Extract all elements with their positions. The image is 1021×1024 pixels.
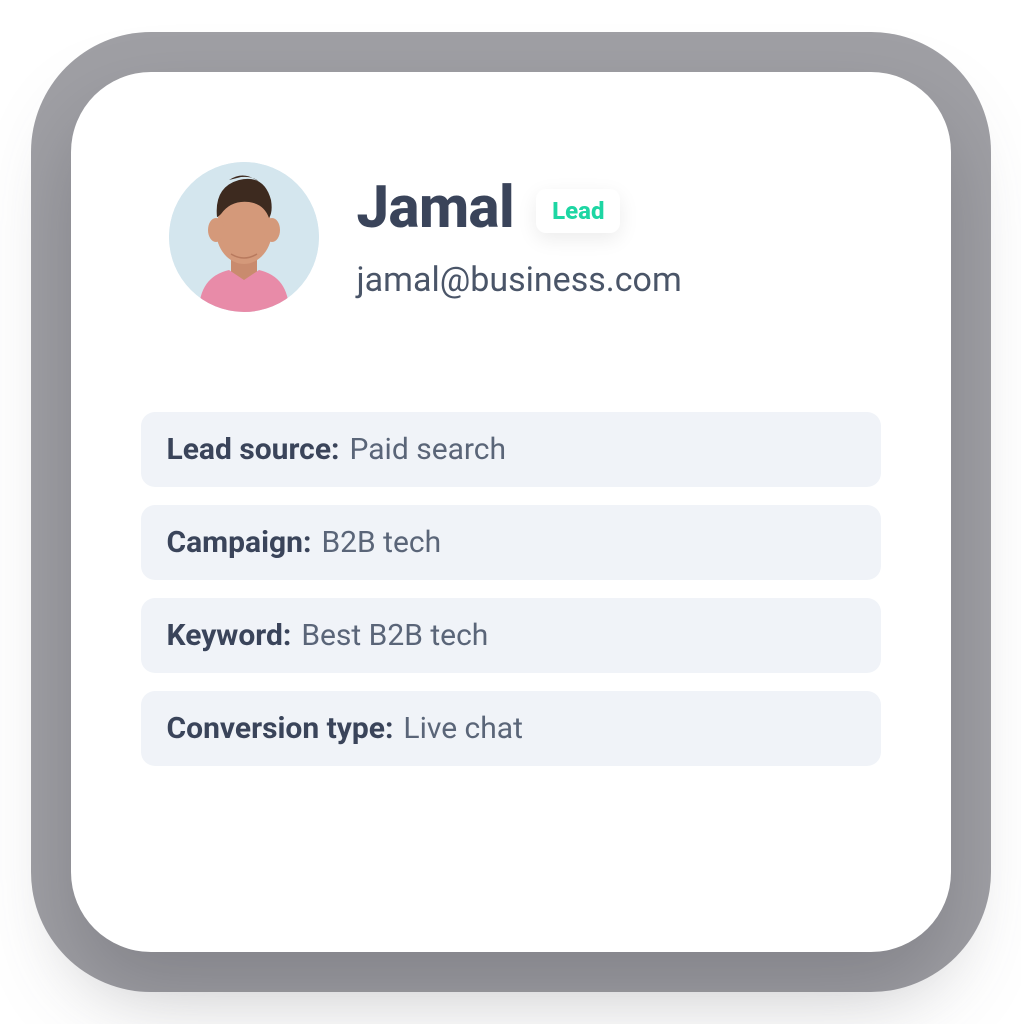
status-badge: Lead (536, 189, 620, 233)
contact-name: Jamal (357, 174, 515, 242)
profile-header: Jamal Lead jamal@business.com (169, 162, 881, 312)
info-list: Lead source: Paid search Campaign: B2B t… (141, 412, 881, 766)
avatar (169, 162, 319, 312)
info-label: Lead source: (167, 432, 340, 467)
info-value: Best B2B tech (301, 618, 488, 653)
lead-profile-card: Jamal Lead jamal@business.com Lead sourc… (71, 72, 951, 952)
contact-email: jamal@business.com (357, 260, 682, 300)
info-row-campaign: Campaign: B2B tech (141, 505, 881, 580)
info-row-keyword: Keyword: Best B2B tech (141, 598, 881, 673)
info-label: Campaign: (167, 525, 312, 560)
info-value: Live chat (403, 711, 523, 746)
info-label: Conversion type: (167, 711, 394, 746)
info-row-lead-source: Lead source: Paid search (141, 412, 881, 487)
name-row: Jamal Lead (357, 174, 682, 242)
avatar-icon (169, 162, 319, 312)
identity-block: Jamal Lead jamal@business.com (357, 162, 682, 300)
info-value: Paid search (349, 432, 506, 467)
info-value: B2B tech (321, 525, 441, 560)
info-row-conversion-type: Conversion type: Live chat (141, 691, 881, 766)
info-label: Keyword: (167, 618, 292, 653)
